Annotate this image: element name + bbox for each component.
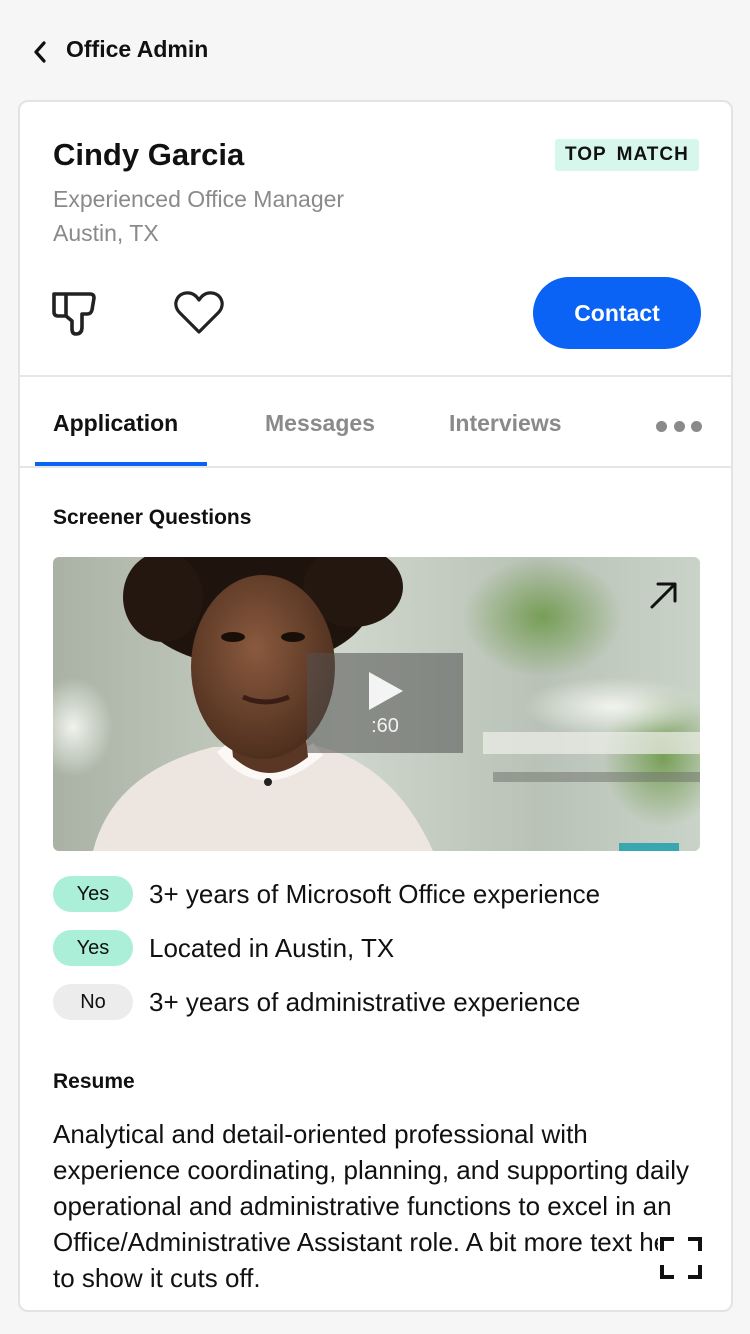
answer-pill: Yes (53, 930, 133, 966)
heart-icon (174, 291, 224, 334)
candidate-location: Austin, TX (53, 220, 159, 246)
chevron-left-icon (34, 41, 46, 63)
open-video-button[interactable] (646, 577, 682, 613)
question-text: Located in Austin, TX (149, 932, 395, 963)
divider (20, 375, 731, 377)
answer-pill: Yes (53, 876, 133, 912)
thumbs-down-icon (52, 292, 96, 336)
fullscreen-button[interactable] (658, 1235, 704, 1281)
play-button[interactable]: :60 (307, 653, 463, 753)
back-button[interactable] (26, 38, 54, 66)
contact-button[interactable]: Contact (533, 277, 701, 349)
question-text: 3+ years of administrative experience (149, 986, 581, 1017)
more-horizontal-icon (673, 420, 685, 432)
more-tabs-button[interactable] (656, 414, 702, 438)
screener-answer-row: Yes 3+ years of Microsoft Office experie… (53, 876, 600, 912)
screener-questions-heading: Screener Questions (53, 506, 252, 529)
arrow-up-right-icon (650, 582, 677, 609)
candidate-name: Cindy Garcia (53, 137, 245, 172)
top-bar: Office Admin (0, 0, 750, 100)
tab-interviews[interactable]: Interviews (449, 410, 562, 437)
question-text: 3+ years of Microsoft Office experience (149, 878, 601, 909)
screener-answer-row: Yes Located in Austin, TX (53, 930, 394, 966)
favorite-button[interactable] (174, 290, 224, 336)
dislike-button[interactable] (50, 288, 98, 338)
candidate-card: Cindy Garcia TOP MATCH Experienced Offic… (18, 100, 733, 1312)
divider (20, 466, 731, 468)
more-horizontal-icon (656, 420, 667, 432)
more-horizontal-icon (691, 420, 702, 432)
play-icon (369, 671, 403, 710)
resume-heading: Resume (53, 1070, 135, 1093)
candidate-headline: Experienced Office Manager (53, 186, 345, 212)
video-duration: :60 (371, 714, 399, 737)
tab-application[interactable]: Application (53, 410, 178, 437)
tab-messages[interactable]: Messages (265, 410, 375, 437)
resume-text: Analytical and detail-oriented professio… (53, 1119, 692, 1293)
fullscreen-icon (660, 1237, 702, 1279)
page-title: Office Admin (66, 36, 209, 62)
screener-answer-row: No 3+ years of administrative experience (53, 984, 580, 1020)
answer-pill: No (53, 984, 133, 1020)
top-match-badge: TOP MATCH (555, 139, 699, 171)
screener-video[interactable]: :60 (53, 557, 700, 851)
